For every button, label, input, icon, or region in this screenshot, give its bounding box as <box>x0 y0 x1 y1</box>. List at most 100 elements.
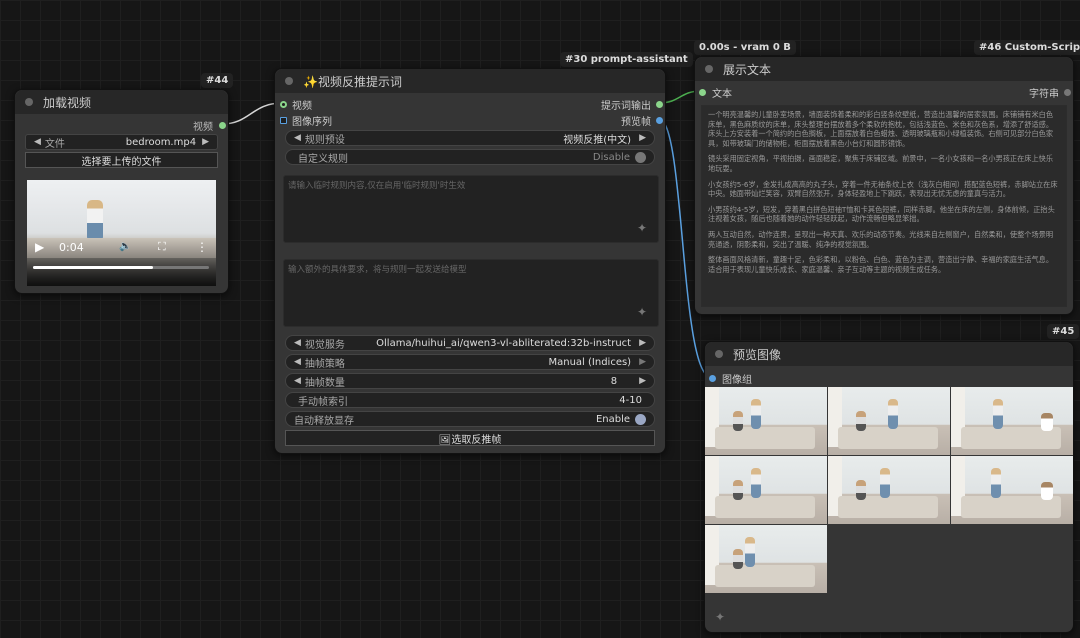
left-arrow-icon[interactable]: ◀ <box>294 338 301 348</box>
frame-count-number[interactable]: ◀ 抽帧数量 8 ▶ <box>285 373 655 389</box>
manual-index-field[interactable]: 手动帧索引 4-10 <box>285 392 655 408</box>
auto-release-toggle[interactable]: 自动释放显存 Enable <box>285 411 655 427</box>
collapse-dot-icon[interactable] <box>705 65 713 73</box>
input-slot-images[interactable]: 图像序列 <box>280 113 332 128</box>
output-dot-icon[interactable] <box>219 121 226 129</box>
preview-frame[interactable] <box>705 387 827 455</box>
input-label-images: 图像序列 <box>292 116 332 128</box>
input-dot-icon[interactable] <box>280 100 287 108</box>
image-grid <box>705 387 1075 597</box>
show-text-node[interactable]: 展示文本 文本 字符串 一个明亮温馨的儿童卧室场景，墙面装饰着柔和的彩白竖条纹壁… <box>694 56 1074 315</box>
preview-frame[interactable] <box>951 387 1073 455</box>
temp-rule-placeholder: 请输入临时规则内容,仅在启用'临时规则'时生效 <box>288 181 466 191</box>
input-slot-images[interactable]: 图像组 <box>709 371 752 386</box>
node-title[interactable]: ✨视频反推提示词 <box>275 69 665 93</box>
node-title[interactable]: 展示文本 <box>695 57 1073 81</box>
output-slot-prompt[interactable]: 提示词输出 <box>601 97 663 112</box>
right-arrow-icon[interactable]: ▶ <box>639 357 646 367</box>
toggle-knob-icon[interactable] <box>635 151 646 163</box>
node-title[interactable]: 预览图像 <box>705 342 1073 366</box>
output-dot-icon[interactable] <box>656 100 663 108</box>
sparkle-icon[interactable]: ✦ <box>637 305 647 319</box>
node-title-text: 展示文本 <box>723 62 772 77</box>
combo-label: 抽帧策略 <box>304 358 345 370</box>
file-select-widget[interactable]: ◀ 文件 bedroom.mp4 ▶ <box>25 134 218 150</box>
preview-frame[interactable] <box>828 387 950 455</box>
preview-frame[interactable] <box>705 456 827 524</box>
left-arrow-icon[interactable]: ◀ <box>34 137 41 147</box>
toggle-knob-icon[interactable] <box>635 413 646 425</box>
output-label: 字符串 <box>1029 88 1059 100</box>
collapse-dot-icon[interactable] <box>25 98 33 106</box>
upload-button[interactable]: 选择要上传的文件 <box>25 152 218 168</box>
node46-id-badge: #46 Custom-Scripts <box>974 40 1080 55</box>
output-dot-icon[interactable] <box>656 116 663 124</box>
toggle-label: 自动释放显存 <box>294 415 354 427</box>
paragraph: 整体画面风格清新，童趣十足，色彩柔和，以粉色、白色、蓝色为主调，营造出宁静、幸福… <box>708 255 1054 274</box>
paragraph: 镜头采用固定视角，平视拍摄，画面稳定，聚焦于床铺区域。前景中，一名小女孩和一名小… <box>708 154 1054 173</box>
node46-timing-badge: 0.00s - vram 0 B <box>694 40 796 55</box>
field-value: 4-10 <box>619 394 642 406</box>
node45-id-badge: #45 <box>1047 324 1080 339</box>
combo-value: 视频反推(中文) <box>563 134 632 146</box>
sparkle-icon[interactable]: ✦ <box>637 221 647 235</box>
input-slot-text[interactable]: 文本 <box>699 85 732 100</box>
temp-rule-textarea[interactable]: 请输入临时规则内容,仅在启用'临时规则'时生效 <box>283 175 659 243</box>
load-video-node[interactable]: 加载视频 视频 ◀ 文件 bedroom.mp4 ▶ 选择要上传的文件 ▶ 0:… <box>14 89 229 294</box>
node30-id-badge: #30 prompt-assistant <box>560 52 693 67</box>
paragraph: 小女孩约5-6岁，金发扎成高高的丸子头，穿着一件无袖条纹上衣（浅灰白相间）搭配蓝… <box>708 179 1058 199</box>
output-slot-video[interactable]: 视频 <box>193 118 226 133</box>
combo-value: Ollama/huihui_ai/qwen3-vl-abliterated:32… <box>376 337 632 349</box>
preview-frame[interactable] <box>705 525 827 593</box>
video-player[interactable]: ▶ 0:04 🔈 ⛶ ⋮ <box>27 180 216 286</box>
extra-placeholder: 输入额外的具体要求，将与规则一起发送给模型 <box>288 265 467 275</box>
output-dot-icon[interactable] <box>1064 88 1071 96</box>
right-arrow-icon[interactable]: ▶ <box>639 338 646 348</box>
input-label-video: 视频 <box>292 100 312 112</box>
input-dot-icon[interactable] <box>709 374 716 382</box>
preview-frame[interactable] <box>951 456 1073 524</box>
output-label-prompt: 提示词输出 <box>601 100 651 112</box>
preview-image-node[interactable]: 预览图像 图像组 ✦ <box>704 341 1074 633</box>
combo-label: 规则预设 <box>304 134 345 146</box>
node-title-text: 预览图像 <box>733 347 782 362</box>
file-value: bedroom.mp4 <box>125 136 197 148</box>
play-icon[interactable]: ▶ <box>35 240 44 254</box>
output-slot-preview[interactable]: 预览帧 <box>621 113 663 128</box>
more-options-icon[interactable]: ⋮ <box>196 240 208 254</box>
left-arrow-icon[interactable]: ◀ <box>294 376 301 386</box>
volume-icon[interactable]: 🔈 <box>119 241 131 252</box>
left-arrow-icon[interactable]: ◀ <box>294 357 301 367</box>
vision-service-combo[interactable]: ◀ 视觉服务 Ollama/huihui_ai/qwen3-vl-abliter… <box>285 335 655 351</box>
collapse-dot-icon[interactable] <box>285 77 293 85</box>
number-label: 抽帧数量 <box>304 377 345 389</box>
video-figure <box>87 200 103 242</box>
custom-rule-toggle[interactable]: 自定义规则 Disable <box>285 149 655 165</box>
node-title-text: 加载视频 <box>43 95 92 110</box>
sparkle-icon[interactable]: ✦ <box>715 610 725 624</box>
right-arrow-icon[interactable]: ▶ <box>639 376 646 386</box>
rule-preset-combo[interactable]: ◀ 规则预设 视频反推(中文) ▶ <box>285 130 655 146</box>
fullscreen-icon[interactable]: ⛶ <box>158 240 166 254</box>
preview-frame[interactable] <box>828 456 950 524</box>
right-arrow-icon[interactable]: ▶ <box>639 133 646 143</box>
extra-requirements-textarea[interactable]: 输入额外的具体要求，将与规则一起发送给模型 <box>283 259 659 327</box>
number-value: 8 <box>610 375 618 387</box>
toggle-value: Disable <box>592 151 630 163</box>
prompt-assistant-node[interactable]: ✨视频反推提示词 视频 图像序列 提示词输出 预览帧 ◀ 规则预设 视频反推(中… <box>274 68 666 454</box>
input-slot-video[interactable]: 视频 <box>280 97 312 112</box>
select-frames-button[interactable]: 🖼选取反推帧 <box>285 430 655 446</box>
node-title-text: ✨视频反推提示词 <box>303 74 402 89</box>
collapse-dot-icon[interactable] <box>715 350 723 358</box>
right-arrow-icon[interactable]: ▶ <box>202 137 209 147</box>
output-label-preview: 预览帧 <box>621 116 651 128</box>
text-display-area[interactable]: 一个明亮温馨的儿童卧室场景，墙面装饰着柔和的彩白竖条纹壁纸，营造出温馨的居家氛围… <box>701 105 1067 307</box>
node-title[interactable]: 加载视频 <box>15 90 228 114</box>
input-dot-icon[interactable] <box>699 88 706 96</box>
frame-strategy-combo[interactable]: ◀ 抽帧策略 Manual (Indices) ▶ <box>285 354 655 370</box>
seek-bar[interactable] <box>33 266 209 269</box>
output-slot-string[interactable]: 字符串 <box>1029 85 1071 100</box>
input-grid-icon[interactable] <box>280 116 287 124</box>
field-label: 手动帧索引 <box>298 396 348 408</box>
left-arrow-icon[interactable]: ◀ <box>294 133 301 143</box>
